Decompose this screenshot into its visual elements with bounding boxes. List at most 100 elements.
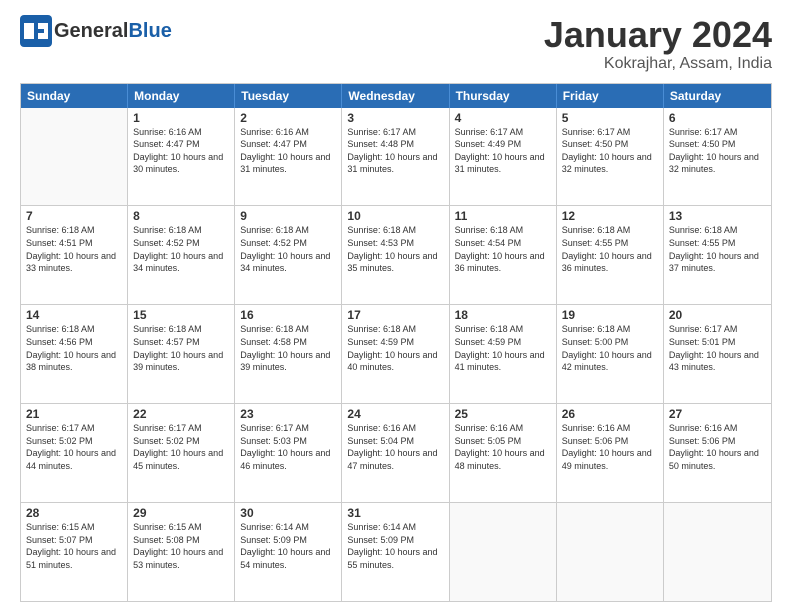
day-cell-0-3: 3Sunrise: 6:17 AMSunset: 4:48 PMDaylight…	[342, 108, 449, 206]
day-cell-1-5: 12Sunrise: 6:18 AMSunset: 4:55 PMDayligh…	[557, 206, 664, 304]
day-info: Sunrise: 6:17 AMSunset: 5:01 PMDaylight:…	[669, 323, 766, 373]
month-title: January 2024	[544, 15, 772, 55]
day-info: Sunrise: 6:16 AMSunset: 5:06 PMDaylight:…	[562, 422, 658, 472]
day-info: Sunrise: 6:18 AMSunset: 4:55 PMDaylight:…	[562, 224, 658, 274]
day-info: Sunrise: 6:15 AMSunset: 5:07 PMDaylight:…	[26, 521, 122, 571]
calendar-body: 1Sunrise: 6:16 AMSunset: 4:47 PMDaylight…	[21, 108, 771, 601]
day-info: Sunrise: 6:14 AMSunset: 5:09 PMDaylight:…	[240, 521, 336, 571]
day-cell-0-6: 6Sunrise: 6:17 AMSunset: 4:50 PMDaylight…	[664, 108, 771, 206]
day-info: Sunrise: 6:14 AMSunset: 5:09 PMDaylight:…	[347, 521, 443, 571]
day-info: Sunrise: 6:16 AMSunset: 4:47 PMDaylight:…	[240, 126, 336, 176]
day-info: Sunrise: 6:15 AMSunset: 5:08 PMDaylight:…	[133, 521, 229, 571]
day-cell-1-2: 9Sunrise: 6:18 AMSunset: 4:52 PMDaylight…	[235, 206, 342, 304]
day-cell-1-3: 10Sunrise: 6:18 AMSunset: 4:53 PMDayligh…	[342, 206, 449, 304]
day-cell-0-4: 4Sunrise: 6:17 AMSunset: 4:49 PMDaylight…	[450, 108, 557, 206]
week-row-2: 7Sunrise: 6:18 AMSunset: 4:51 PMDaylight…	[21, 206, 771, 305]
day-info: Sunrise: 6:18 AMSunset: 4:52 PMDaylight:…	[240, 224, 336, 274]
day-cell-0-0	[21, 108, 128, 206]
day-cell-3-4: 25Sunrise: 6:16 AMSunset: 5:05 PMDayligh…	[450, 404, 557, 502]
day-cell-2-5: 19Sunrise: 6:18 AMSunset: 5:00 PMDayligh…	[557, 305, 664, 403]
day-info: Sunrise: 6:17 AMSunset: 5:02 PMDaylight:…	[133, 422, 229, 472]
day-number: 28	[26, 506, 122, 520]
header-saturday: Saturday	[664, 84, 771, 108]
calendar-header: Sunday Monday Tuesday Wednesday Thursday…	[21, 84, 771, 108]
day-number: 15	[133, 308, 229, 322]
day-cell-3-5: 26Sunrise: 6:16 AMSunset: 5:06 PMDayligh…	[557, 404, 664, 502]
header-friday: Friday	[557, 84, 664, 108]
day-cell-4-6	[664, 503, 771, 601]
day-info: Sunrise: 6:17 AMSunset: 4:50 PMDaylight:…	[669, 126, 766, 176]
day-info: Sunrise: 6:18 AMSunset: 4:52 PMDaylight:…	[133, 224, 229, 274]
day-info: Sunrise: 6:18 AMSunset: 5:00 PMDaylight:…	[562, 323, 658, 373]
title-block: January 2024 Kokrajhar, Assam, India	[544, 15, 772, 73]
day-cell-2-2: 16Sunrise: 6:18 AMSunset: 4:58 PMDayligh…	[235, 305, 342, 403]
logo-icon	[20, 15, 52, 47]
day-info: Sunrise: 6:16 AMSunset: 4:47 PMDaylight:…	[133, 126, 229, 176]
day-cell-3-1: 22Sunrise: 6:17 AMSunset: 5:02 PMDayligh…	[128, 404, 235, 502]
day-number: 7	[26, 209, 122, 223]
day-number: 30	[240, 506, 336, 520]
header-tuesday: Tuesday	[235, 84, 342, 108]
day-info: Sunrise: 6:16 AMSunset: 5:05 PMDaylight:…	[455, 422, 551, 472]
day-info: Sunrise: 6:17 AMSunset: 4:50 PMDaylight:…	[562, 126, 658, 176]
day-cell-2-3: 17Sunrise: 6:18 AMSunset: 4:59 PMDayligh…	[342, 305, 449, 403]
day-number: 1	[133, 111, 229, 125]
day-cell-1-6: 13Sunrise: 6:18 AMSunset: 4:55 PMDayligh…	[664, 206, 771, 304]
day-cell-1-0: 7Sunrise: 6:18 AMSunset: 4:51 PMDaylight…	[21, 206, 128, 304]
day-cell-3-2: 23Sunrise: 6:17 AMSunset: 5:03 PMDayligh…	[235, 404, 342, 502]
day-number: 11	[455, 209, 551, 223]
day-number: 20	[669, 308, 766, 322]
day-info: Sunrise: 6:18 AMSunset: 4:53 PMDaylight:…	[347, 224, 443, 274]
day-info: Sunrise: 6:17 AMSunset: 5:03 PMDaylight:…	[240, 422, 336, 472]
header-thursday: Thursday	[450, 84, 557, 108]
day-cell-0-5: 5Sunrise: 6:17 AMSunset: 4:50 PMDaylight…	[557, 108, 664, 206]
calendar: Sunday Monday Tuesday Wednesday Thursday…	[20, 83, 772, 602]
day-cell-3-6: 27Sunrise: 6:16 AMSunset: 5:06 PMDayligh…	[664, 404, 771, 502]
day-cell-4-0: 28Sunrise: 6:15 AMSunset: 5:07 PMDayligh…	[21, 503, 128, 601]
day-info: Sunrise: 6:16 AMSunset: 5:04 PMDaylight:…	[347, 422, 443, 472]
day-number: 2	[240, 111, 336, 125]
day-number: 10	[347, 209, 443, 223]
day-number: 31	[347, 506, 443, 520]
day-number: 4	[455, 111, 551, 125]
day-cell-2-1: 15Sunrise: 6:18 AMSunset: 4:57 PMDayligh…	[128, 305, 235, 403]
day-number: 3	[347, 111, 443, 125]
day-number: 18	[455, 308, 551, 322]
logo: GeneralBlue	[20, 15, 172, 47]
day-cell-3-0: 21Sunrise: 6:17 AMSunset: 5:02 PMDayligh…	[21, 404, 128, 502]
day-number: 8	[133, 209, 229, 223]
day-cell-2-6: 20Sunrise: 6:17 AMSunset: 5:01 PMDayligh…	[664, 305, 771, 403]
header-wednesday: Wednesday	[342, 84, 449, 108]
day-cell-0-2: 2Sunrise: 6:16 AMSunset: 4:47 PMDaylight…	[235, 108, 342, 206]
header: GeneralBlue January 2024 Kokrajhar, Assa…	[20, 15, 772, 73]
day-number: 19	[562, 308, 658, 322]
day-cell-4-5	[557, 503, 664, 601]
day-cell-4-1: 29Sunrise: 6:15 AMSunset: 5:08 PMDayligh…	[128, 503, 235, 601]
day-number: 21	[26, 407, 122, 421]
day-info: Sunrise: 6:17 AMSunset: 4:49 PMDaylight:…	[455, 126, 551, 176]
day-info: Sunrise: 6:18 AMSunset: 4:54 PMDaylight:…	[455, 224, 551, 274]
week-row-5: 28Sunrise: 6:15 AMSunset: 5:07 PMDayligh…	[21, 503, 771, 601]
day-info: Sunrise: 6:18 AMSunset: 4:51 PMDaylight:…	[26, 224, 122, 274]
day-cell-3-3: 24Sunrise: 6:16 AMSunset: 5:04 PMDayligh…	[342, 404, 449, 502]
day-cell-0-1: 1Sunrise: 6:16 AMSunset: 4:47 PMDaylight…	[128, 108, 235, 206]
day-number: 16	[240, 308, 336, 322]
day-cell-4-4	[450, 503, 557, 601]
day-cell-2-0: 14Sunrise: 6:18 AMSunset: 4:56 PMDayligh…	[21, 305, 128, 403]
header-sunday: Sunday	[21, 84, 128, 108]
day-cell-4-3: 31Sunrise: 6:14 AMSunset: 5:09 PMDayligh…	[342, 503, 449, 601]
day-info: Sunrise: 6:18 AMSunset: 4:56 PMDaylight:…	[26, 323, 122, 373]
day-number: 23	[240, 407, 336, 421]
day-number: 17	[347, 308, 443, 322]
week-row-4: 21 Sunrise: 6:17 AMSunset: 5:02 PMDayligh…	[21, 404, 771, 503]
week-row-1: 1Sunrise: 6:16 AMSunset: 4:47 PMDaylight…	[21, 108, 771, 207]
day-info: Sunrise: 6:18 AMSunset: 4:57 PMDaylight:…	[133, 323, 229, 373]
day-number: 25	[455, 407, 551, 421]
location: Kokrajhar, Assam, India	[544, 55, 772, 73]
day-number: 5	[562, 111, 658, 125]
day-info: Sunrise: 6:18 AMSunset: 4:55 PMDaylight:…	[669, 224, 766, 274]
logo-blue: Blue	[128, 20, 171, 42]
day-number: 14	[26, 308, 122, 322]
day-number: 12	[562, 209, 658, 223]
day-number: 27	[669, 407, 766, 421]
